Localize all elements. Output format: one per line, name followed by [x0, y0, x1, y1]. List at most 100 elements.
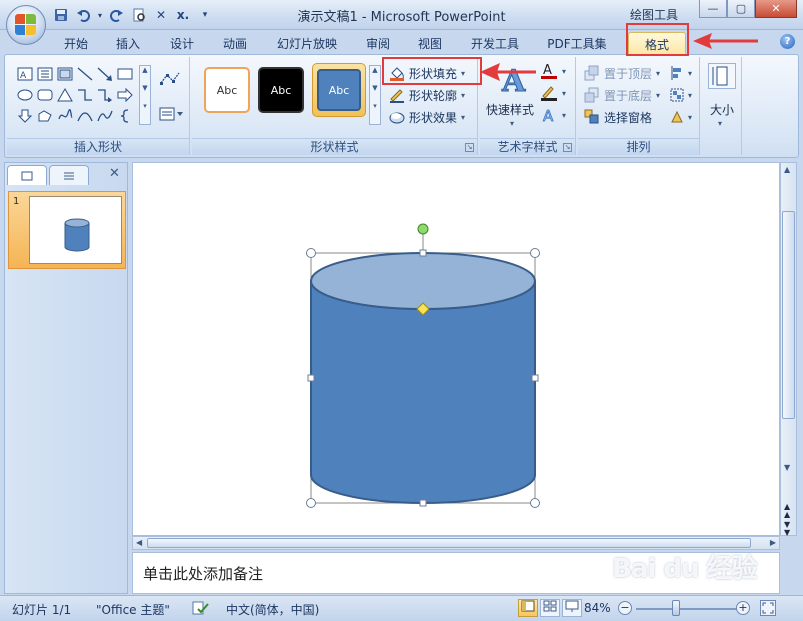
- resize-handle-bottom[interactable]: [419, 499, 427, 507]
- tab-view[interactable]: 视图: [407, 32, 453, 54]
- slide-canvas[interactable]: [133, 163, 781, 537]
- slide-editing-area[interactable]: [132, 162, 780, 536]
- shape-outline-button[interactable]: 形状轮廓 ▾: [389, 85, 465, 105]
- close-doc-icon[interactable]: ✕: [152, 6, 170, 24]
- down-arrow-shape-icon[interactable]: [15, 107, 35, 125]
- shape-effects-button[interactable]: 形状效果 ▾: [389, 107, 465, 127]
- textbox-shape-icon[interactable]: A: [15, 65, 35, 83]
- tab-pdf-tools[interactable]: PDF工具集: [540, 32, 614, 54]
- style-gallery-item[interactable]: Abc: [258, 67, 304, 113]
- customize-qat-icon[interactable]: ▾: [196, 6, 214, 24]
- align-button[interactable]: ▾: [670, 63, 692, 83]
- zoom-slider[interactable]: [636, 608, 740, 610]
- fit-to-window-icon[interactable]: [760, 600, 776, 616]
- triangle-shape-icon[interactable]: [55, 86, 75, 104]
- group-button[interactable]: ▾: [670, 85, 692, 105]
- slideshow-view-button[interactable]: [562, 599, 582, 617]
- text-outline-button[interactable]: ▾: [540, 83, 566, 103]
- scroll-down-icon[interactable]: ▼: [784, 463, 790, 472]
- quick-styles-button[interactable]: A 快速样式 ▾: [486, 61, 540, 131]
- vertical-textbox-shape-icon[interactable]: [35, 65, 55, 83]
- close-button[interactable]: ✕: [755, 0, 797, 18]
- save-icon[interactable]: [52, 6, 70, 24]
- zoom-level[interactable]: 84%: [584, 601, 611, 615]
- right-arrow-shape-icon[interactable]: [115, 86, 135, 104]
- send-to-back-button[interactable]: 置于底层 ▾: [584, 85, 660, 105]
- slide-thumbnail: [29, 196, 122, 264]
- curve-shape-icon[interactable]: [95, 107, 115, 125]
- print-preview-icon[interactable]: [130, 6, 148, 24]
- textbox-dropdown-icon[interactable]: [159, 107, 185, 124]
- elbow-arrow-connector-shape-icon[interactable]: [95, 86, 115, 104]
- text-effects-button[interactable]: A ▾: [540, 105, 566, 125]
- arc-shape-icon[interactable]: [75, 107, 95, 125]
- scroll-up-icon[interactable]: ▲: [784, 165, 790, 174]
- resize-handle-top[interactable]: [419, 249, 427, 257]
- style-gallery-item[interactable]: Abc: [204, 67, 250, 113]
- scribble-shape-icon[interactable]: [55, 107, 75, 125]
- custom-x-icon[interactable]: x.: [174, 6, 192, 24]
- tab-insert[interactable]: 插入: [104, 32, 152, 54]
- next-slide-icon[interactable]: ▼ ▼: [784, 521, 790, 537]
- style-gallery-item-selected[interactable]: Abc: [312, 63, 366, 117]
- tab-slideshow[interactable]: 幻灯片放映: [268, 32, 346, 54]
- dialog-launcher-icon[interactable]: ↘: [465, 143, 474, 152]
- freeform-shape-icon[interactable]: [35, 107, 55, 125]
- brace-shape-icon[interactable]: [115, 107, 135, 125]
- oval-shape-icon[interactable]: [15, 86, 35, 104]
- normal-view-button[interactable]: [518, 599, 538, 617]
- vertical-scroll-thumb[interactable]: [782, 211, 795, 419]
- bring-to-front-button[interactable]: 置于顶层 ▾: [584, 63, 660, 83]
- tab-home[interactable]: 开始: [52, 32, 100, 54]
- dialog-launcher-icon[interactable]: ↘: [563, 143, 572, 152]
- tab-animations[interactable]: 动画: [211, 32, 259, 54]
- slide-thumbnail-item[interactable]: 1: [8, 191, 126, 269]
- text-fill-button[interactable]: A ▾: [540, 61, 566, 81]
- elbow-connector-shape-icon[interactable]: [75, 86, 95, 104]
- arrow-line-shape-icon[interactable]: [95, 65, 115, 83]
- restore-button[interactable]: ▢: [727, 0, 755, 18]
- resize-handle-bottom-left[interactable]: [306, 498, 316, 508]
- spell-check-icon[interactable]: [192, 601, 210, 618]
- resize-handle-top-left[interactable]: [306, 248, 316, 258]
- rectangle-shape-icon[interactable]: [115, 65, 135, 83]
- language-status[interactable]: 中文(简体，中国): [226, 601, 319, 618]
- scroll-left-icon[interactable]: ◀: [136, 538, 142, 547]
- selection-pane-button[interactable]: 选择窗格: [584, 107, 652, 127]
- horizontal-scroll-thumb[interactable]: [147, 538, 751, 548]
- size-icon[interactable]: [708, 63, 736, 89]
- resize-handle-top-right[interactable]: [530, 248, 540, 258]
- zoom-in-icon[interactable]: +: [736, 601, 750, 615]
- redo-icon[interactable]: [108, 6, 126, 24]
- slides-tab[interactable]: [7, 165, 47, 185]
- rounded-rectangle-shape-icon[interactable]: [35, 86, 55, 104]
- close-panel-icon[interactable]: ✕: [109, 166, 120, 181]
- minimize-button[interactable]: —: [699, 0, 727, 18]
- cylinder-top[interactable]: [310, 252, 536, 310]
- undo-icon[interactable]: [74, 6, 92, 24]
- zoom-out-icon[interactable]: −: [618, 601, 632, 615]
- line-shape-icon[interactable]: [75, 65, 95, 83]
- slide-sorter-view-button[interactable]: [540, 599, 560, 617]
- resize-handle-right[interactable]: [531, 374, 539, 382]
- vertical-scrollbar[interactable]: ▲ ▼ ▲ ▲ ▼ ▼: [780, 162, 797, 537]
- size-label[interactable]: 大小: [702, 101, 742, 118]
- scroll-right-icon[interactable]: ▶: [770, 538, 776, 547]
- office-button[interactable]: [6, 5, 46, 45]
- tab-developer[interactable]: 开发工具: [462, 32, 528, 54]
- tab-design[interactable]: 设计: [158, 32, 206, 54]
- resize-handle-bottom-right[interactable]: [530, 498, 540, 508]
- zoom-slider-thumb[interactable]: [672, 600, 680, 616]
- rotate-button[interactable]: ▾: [670, 107, 692, 127]
- edit-shape-icon[interactable]: [159, 71, 183, 90]
- rotation-handle[interactable]: [417, 223, 429, 235]
- shape-gallery-scroll[interactable]: ▲ ▼ ▾: [139, 65, 151, 125]
- picture-frame-shape-icon[interactable]: [55, 65, 75, 83]
- previous-slide-icon[interactable]: ▲ ▲: [784, 503, 790, 519]
- resize-handle-left[interactable]: [307, 374, 315, 382]
- help-icon[interactable]: ?: [780, 34, 795, 49]
- undo-dropdown-icon[interactable]: ▾: [96, 6, 104, 24]
- outline-tab[interactable]: [49, 165, 89, 185]
- tab-review[interactable]: 审阅: [355, 32, 401, 54]
- style-gallery-scroll[interactable]: ▲ ▼ ▾: [369, 65, 381, 125]
